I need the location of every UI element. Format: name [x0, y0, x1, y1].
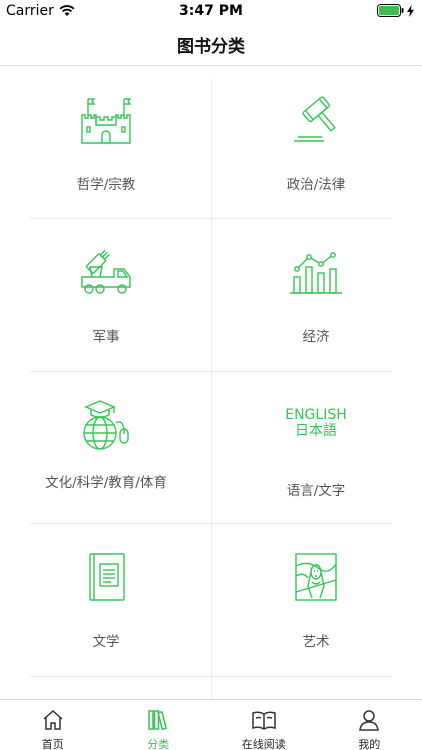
- english-japanese-icon: ENGLISH 日本語: [285, 407, 347, 439]
- category-label: 艺术: [302, 634, 330, 650]
- category-culture-science-education-sports[interactable]: 文化/科学/教育/体育: [16, 371, 196, 523]
- tab-home[interactable]: 首页: [0, 700, 106, 750]
- category-literature[interactable]: 文学: [16, 524, 196, 676]
- battery-icon: [377, 4, 404, 17]
- profile-icon: [359, 710, 380, 731]
- category-economy[interactable]: 经济: [226, 219, 406, 371]
- category-label: 语言/文字: [286, 483, 346, 499]
- category-label: 文学: [92, 634, 120, 650]
- books-icon: [148, 710, 168, 731]
- category-label: 军事: [92, 329, 120, 345]
- icon-text-japanese: 日本語: [294, 423, 337, 439]
- category-grid: 哲学/宗教 政治/法律 军事 经济 文化/科学/教育/体育 ENGLISH 日本…: [0, 67, 422, 699]
- page-title: 图书分类: [177, 37, 245, 57]
- tab-bar: 首页 分类 在线阅读 我的: [0, 699, 422, 750]
- nav-bar: 图书分类: [0, 22, 422, 66]
- category-art[interactable]: 艺术: [226, 524, 406, 676]
- tab-label: 我的: [358, 738, 381, 750]
- scream-painting-icon: [295, 553, 337, 601]
- tab-label: 首页: [41, 738, 64, 750]
- tab-category[interactable]: 分类: [106, 700, 212, 750]
- icon-text-english: ENGLISH: [285, 407, 347, 423]
- tab-label: 在线阅读: [241, 738, 286, 750]
- category-label: 经济: [302, 329, 330, 345]
- screen: Carrier 3:47 PM 图书分类 哲学/宗教 政治/法律 军事 经济 文…: [0, 0, 422, 750]
- book-icon: [89, 553, 125, 601]
- status-bar: Carrier 3:47 PM: [0, 0, 422, 22]
- tab-profile[interactable]: 我的: [317, 700, 422, 750]
- grid-row-divider: [30, 676, 392, 677]
- category-label: 政治/法律: [286, 177, 346, 193]
- castle-icon: [81, 98, 132, 144]
- home-icon: [43, 709, 63, 730]
- charging-bolt-icon: [407, 4, 414, 17]
- tab-label: 分类: [147, 738, 170, 750]
- category-language-writing[interactable]: ENGLISH 日本語 语言/文字: [226, 371, 406, 523]
- battery: [377, 4, 414, 17]
- clock: 3:47 PM: [179, 3, 243, 19]
- tab-online-reading[interactable]: 在线阅读: [211, 700, 317, 750]
- category-philosophy-religion[interactable]: 哲学/宗教: [16, 67, 196, 219]
- category-politics-law[interactable]: 政治/法律: [226, 67, 406, 219]
- open-book-icon: [252, 711, 276, 730]
- gavel-icon: [294, 96, 336, 142]
- category-label: 文化/科学/教育/体育: [45, 475, 167, 491]
- military-truck-icon: [81, 249, 131, 294]
- category-label: 哲学/宗教: [76, 177, 136, 193]
- grid-vertical-divider: [211, 79, 212, 699]
- globe-graduation-icon: [83, 400, 129, 450]
- category-military[interactable]: 军事: [16, 219, 196, 371]
- bar-chart-icon: [290, 252, 342, 294]
